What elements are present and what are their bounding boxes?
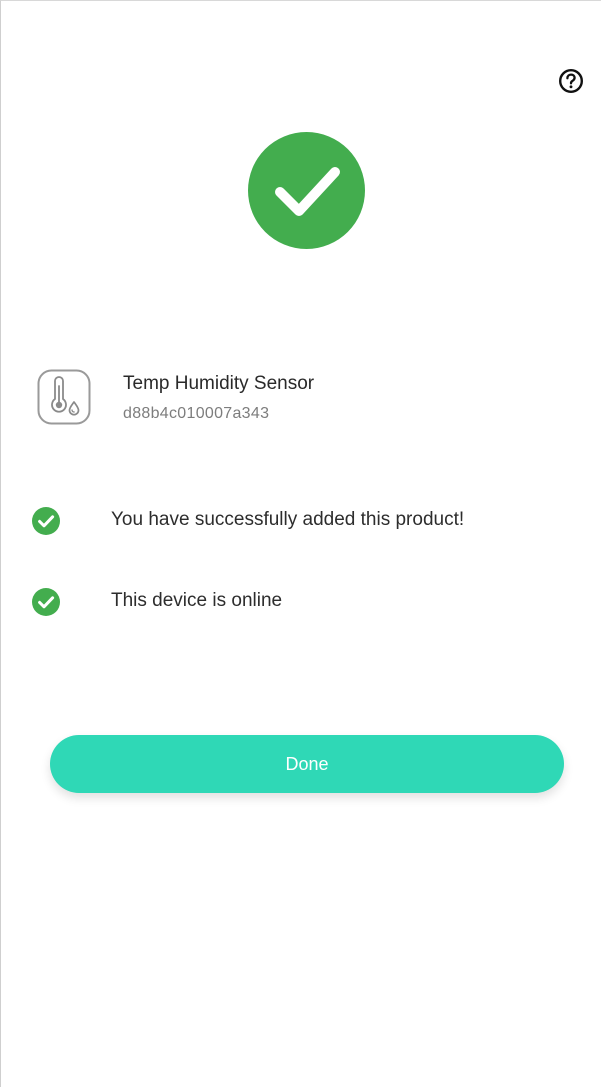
status-item-added: You have successfully added this product…	[32, 506, 592, 536]
question-circle-icon[interactable]	[558, 68, 584, 94]
thermometer-droplet-icon	[37, 369, 91, 425]
status-text: This device is online	[111, 590, 283, 611]
done-button[interactable]: Done	[50, 735, 564, 793]
check-circle-icon	[32, 507, 60, 535]
status-text: You have successfully added this product…	[111, 509, 465, 530]
device-added-screen: Temp Humidity Sensor d88b4c010007a343 Yo…	[0, 0, 601, 1087]
device-name: Temp Humidity Sensor	[123, 373, 315, 394]
device-info: Temp Humidity Sensor d88b4c010007a343	[37, 369, 577, 433]
help-button[interactable]	[557, 67, 585, 95]
success-check-icon	[248, 132, 365, 249]
status-item-online: This device is online	[32, 587, 592, 617]
device-id: d88b4c010007a343	[123, 405, 270, 422]
check-circle-icon	[32, 588, 60, 616]
